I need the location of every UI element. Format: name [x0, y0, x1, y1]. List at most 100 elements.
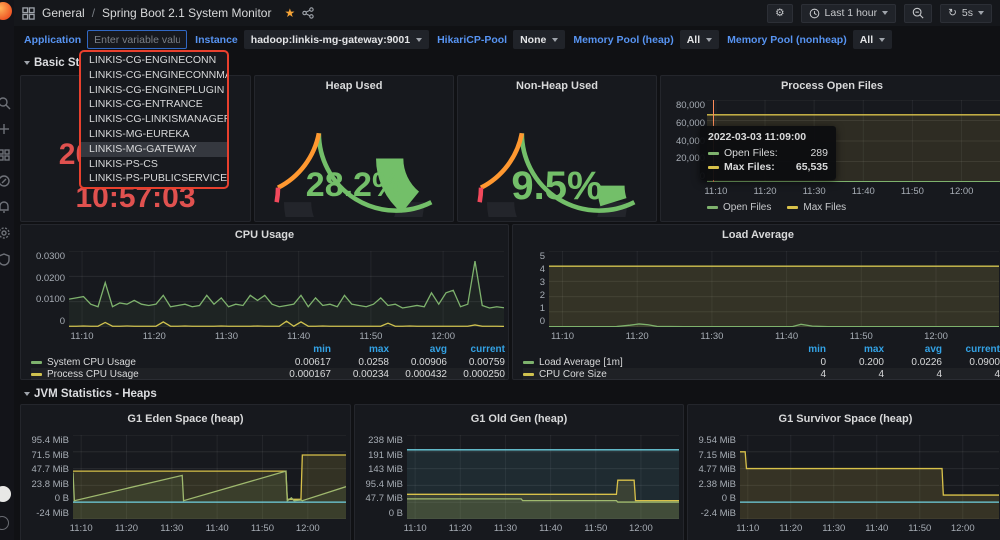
- memory-pool-heap-value[interactable]: All: [680, 30, 719, 49]
- hikaricp-variable-value[interactable]: None: [513, 30, 565, 49]
- breadcrumb-section[interactable]: General: [42, 6, 85, 20]
- load-average-chart[interactable]: [549, 251, 999, 327]
- alerting-icon[interactable]: [0, 200, 11, 214]
- dropdown-option[interactable]: LINKIS-PS-CS: [81, 157, 227, 172]
- server-admin-icon[interactable]: [0, 252, 11, 266]
- x-tick-label: 11:40: [775, 331, 798, 342]
- y-tick-label: 95.4 MiB: [32, 435, 70, 446]
- y-tick-label: 47.7 MiB: [32, 464, 70, 475]
- legend-value: 0.00234: [331, 369, 389, 380]
- dashboard-variables-bar: Application Instance hadoop:linkis-mg-ga…: [14, 26, 1000, 53]
- search-icon[interactable]: [0, 96, 11, 110]
- panel-title[interactable]: Heap Used: [255, 80, 453, 92]
- series-name[interactable]: Process CPU Usage: [47, 369, 139, 380]
- legend-header[interactable]: max: [826, 344, 884, 356]
- x-tick-label: 12:00: [431, 331, 455, 342]
- dashboard-grid-icon[interactable]: [22, 7, 35, 20]
- y-tick-label: 0 B: [389, 508, 403, 519]
- dropdown-option[interactable]: LINKIS-CG-ENTRANCE: [81, 97, 227, 112]
- dropdown-option[interactable]: LINKIS-CG-ENGINECONN: [81, 53, 227, 68]
- x-tick-label: 11:10: [70, 523, 93, 534]
- x-tick-label: 11:20: [779, 523, 802, 534]
- dropdown-option[interactable]: LINKIS-MG-EUREKA: [81, 127, 227, 142]
- series-color-swatch: [708, 166, 719, 169]
- zoom-out-icon: [912, 7, 924, 19]
- series-color-swatch: [31, 361, 42, 364]
- y-axis: 0.03000.02000.01000: [27, 251, 65, 327]
- dropdown-option[interactable]: LINKIS-CG-LINKISMANAGER: [81, 112, 227, 127]
- panel-title[interactable]: G1 Old Gen (heap): [355, 413, 683, 425]
- series-name[interactable]: Load Average [1m]: [539, 357, 623, 368]
- x-tick-label: 11:40: [287, 331, 310, 342]
- legend-header-row: minmaxavgcurrent: [523, 344, 1000, 356]
- panel-title[interactable]: CPU Usage: [21, 229, 508, 241]
- help-icon[interactable]: [0, 516, 9, 530]
- x-tick-label: 11:20: [753, 186, 776, 197]
- share-icon[interactable]: [302, 7, 314, 19]
- x-tick-label: 11:20: [449, 523, 472, 534]
- g1-old-gen-chart[interactable]: [407, 435, 679, 519]
- grafana-logo[interactable]: [0, 2, 12, 20]
- legend-header[interactable]: min: [273, 344, 331, 356]
- legend-header[interactable]: min: [768, 344, 826, 356]
- g1-survivor-chart[interactable]: [740, 435, 999, 519]
- legend-header[interactable]: current: [942, 344, 1000, 356]
- user-avatar[interactable]: [0, 486, 11, 502]
- refresh-icon: ↻: [948, 7, 957, 19]
- legend-header[interactable]: current: [447, 344, 505, 356]
- y-tick-label: 9.54 MiB: [699, 435, 737, 446]
- y-tick-label: 0.0200: [36, 273, 65, 284]
- memory-pool-nonheap-value[interactable]: All: [853, 30, 892, 49]
- zoom-out-button[interactable]: [904, 4, 932, 23]
- legend-header[interactable]: avg: [884, 344, 942, 356]
- configuration-icon[interactable]: [0, 226, 11, 240]
- series-name[interactable]: CPU Core Size: [539, 369, 607, 380]
- legend-item[interactable]: Open Files: [707, 202, 771, 213]
- cpu-usage-chart[interactable]: [69, 251, 504, 327]
- variable-label: Memory Pool (heap): [573, 34, 673, 46]
- x-tick-label: 11:40: [539, 523, 562, 534]
- g1-eden-chart[interactable]: [73, 435, 346, 519]
- y-tick-label: 0 B: [722, 493, 736, 504]
- panel-title[interactable]: Load Average: [513, 229, 1000, 241]
- dropdown-option[interactable]: LINKIS-PS-PUBLICSERVICE: [81, 171, 227, 186]
- section-jvm-statistics-heaps[interactable]: JVM Statistics - Heaps: [24, 388, 157, 400]
- tooltip-timestamp: 2022-03-03 11:09:00: [708, 131, 828, 143]
- legend-header[interactable]: max: [331, 344, 389, 356]
- dashboard-title[interactable]: Spring Boot 2.1 System Monitor: [102, 6, 271, 20]
- x-tick-label: 11:30: [215, 331, 238, 342]
- create-icon[interactable]: [0, 122, 11, 136]
- time-range-picker[interactable]: Last 1 hour: [801, 4, 897, 23]
- settings-button[interactable]: ⚙: [767, 4, 792, 23]
- panel-title[interactable]: Non-Heap Used: [458, 80, 656, 92]
- dashboards-icon[interactable]: [0, 148, 11, 162]
- refresh-picker[interactable]: ↻ 5s: [940, 4, 992, 23]
- panel-title[interactable]: G1 Survivor Space (heap): [688, 413, 1000, 425]
- legend-header[interactable]: avg: [389, 344, 447, 356]
- dropdown-option[interactable]: LINKIS-CG-ENGINECONNMANAGER: [81, 68, 227, 83]
- favorite-star-icon[interactable]: ★: [284, 6, 295, 20]
- instance-variable-value[interactable]: hadoop:linkis-mg-gateway:9001: [244, 30, 429, 49]
- legend-row[interactable]: CPU Core Size4444: [523, 368, 1000, 380]
- legend-row[interactable]: System CPU Usage0.006170.02580.009060.00…: [31, 356, 505, 368]
- legend-row[interactable]: Load Average [1m]00.2000.02260.0900: [523, 356, 1000, 368]
- panel-g1-survivor-space: G1 Survivor Space (heap) 9.54 MiB7.15 Mi…: [687, 404, 1000, 540]
- dropdown-option[interactable]: LINKIS-CG-ENGINEPLUGIN: [81, 83, 227, 98]
- legend-value: 0.200: [826, 357, 884, 368]
- panel-title[interactable]: Process Open Files: [661, 80, 1000, 92]
- dropdown-option[interactable]: LINKIS-MG-GATEWAY: [81, 142, 227, 157]
- series-color-swatch: [31, 373, 42, 376]
- panel-title[interactable]: G1 Eden Space (heap): [21, 413, 350, 425]
- variable-instance: Instance hadoop:linkis-mg-gateway:9001: [195, 30, 429, 49]
- y-tick-label: 47.7 MiB: [366, 493, 404, 504]
- legend-value: 4: [884, 369, 942, 380]
- legend-value: 0.0226: [884, 357, 942, 368]
- legend-row[interactable]: Process CPU Usage0.0001670.002340.000432…: [31, 368, 505, 380]
- heap-used-gauge: 28.2%: [263, 100, 445, 217]
- application-variable-input[interactable]: [87, 30, 187, 49]
- y-tick-label: 71.5 MiB: [32, 450, 70, 461]
- explore-icon[interactable]: [0, 174, 11, 188]
- legend-item[interactable]: Max Files: [787, 202, 846, 213]
- chart-tooltip: 2022-03-03 11:09:00 Open Files:289Max Fi…: [700, 126, 836, 180]
- series-name[interactable]: System CPU Usage: [47, 357, 136, 368]
